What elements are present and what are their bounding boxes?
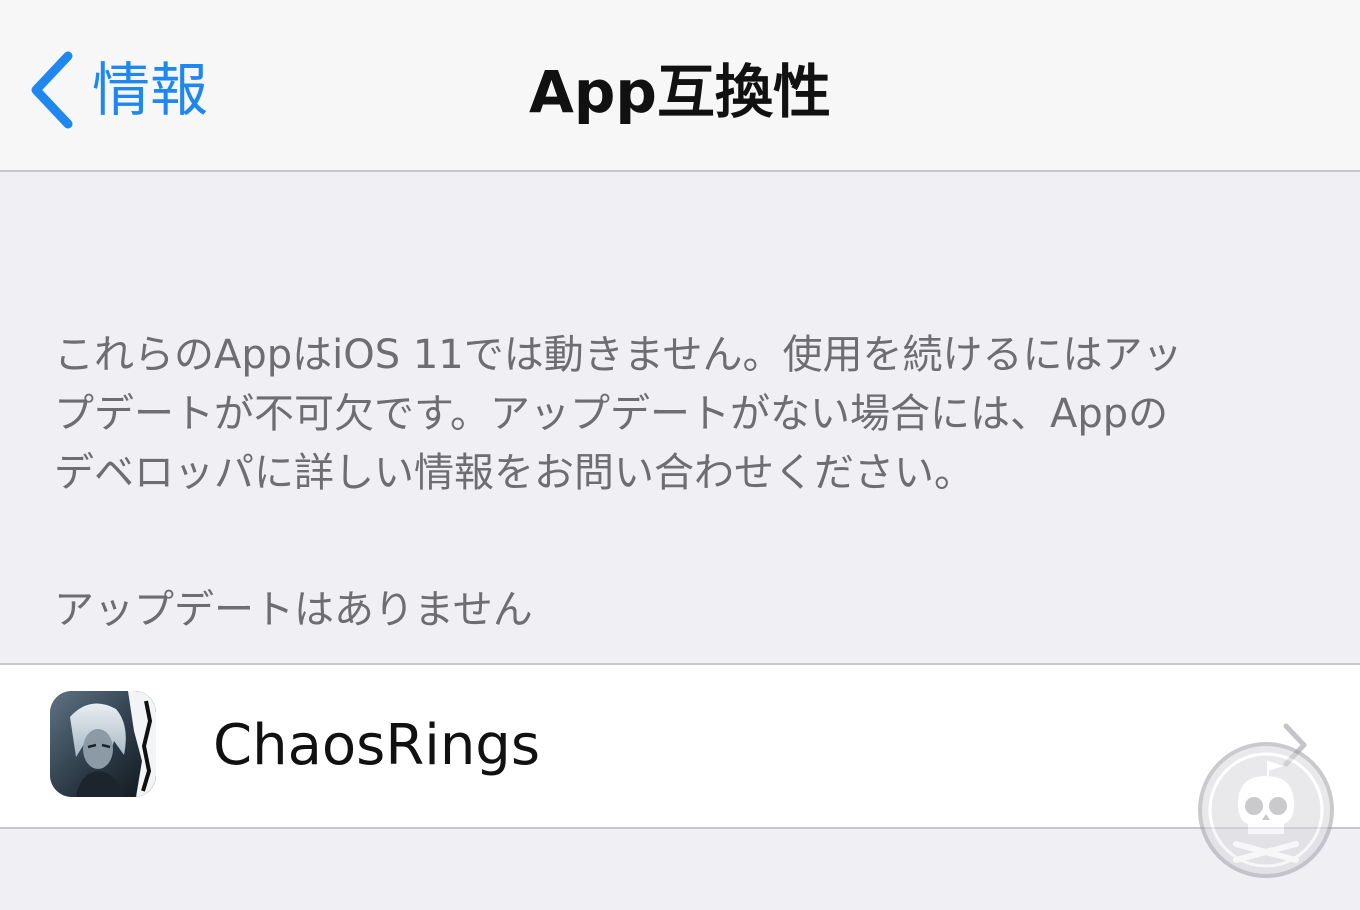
app-name: ChaosRings: [213, 713, 541, 778]
info-text-line: プデートが不可欠です。アップデートがない場合には、Appの: [54, 391, 1169, 437]
compatibility-info-text: これらのAppはiOS 11では動きません。使用を続けるにはアッ プデートが不可…: [54, 326, 1304, 503]
navigation-bar: 情報 App互換性: [0, 0, 1360, 172]
section-header: アップデートはありません: [54, 587, 533, 633]
info-text-line: デベロッパに詳しい情報をお問い合わせください。: [54, 450, 974, 496]
app-list-item[interactable]: ChaosRings: [0, 663, 1360, 829]
chaos-rings-app-icon: [50, 691, 156, 797]
info-text-line: これらのAppはiOS 11では動きません。使用を続けるにはアッ: [54, 332, 1183, 378]
page-title: App互換性: [529, 58, 831, 126]
skull-logo-icon: [1198, 742, 1334, 878]
